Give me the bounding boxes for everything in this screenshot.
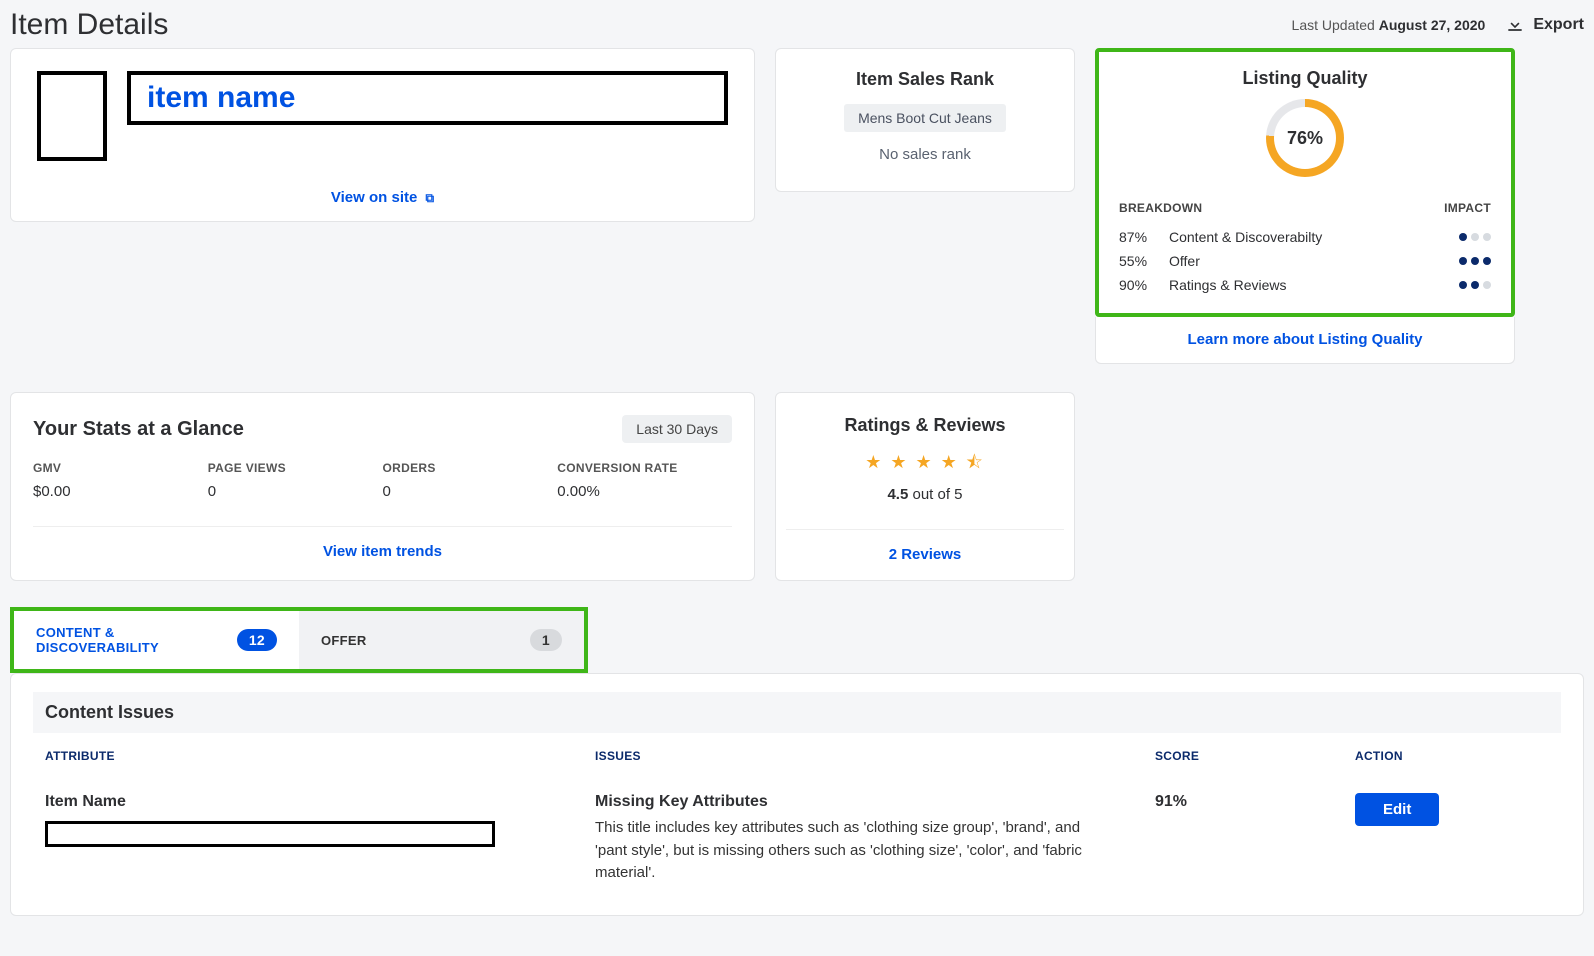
- ratings-card: Ratings & Reviews ★ ★ ★ ★ ⯪ 4.5 out of 5…: [775, 392, 1075, 581]
- impact-dots: [1459, 233, 1491, 241]
- item-thumbnail: [37, 71, 107, 161]
- view-on-site-link[interactable]: View on site ⧉: [331, 189, 434, 206]
- impact-label: IMPACT: [1444, 201, 1491, 215]
- content-issues-panel: Content Issues ATTRIBUTE ISSUES SCORE AC…: [10, 673, 1584, 916]
- stat-orders: ORDERS 0: [383, 461, 558, 500]
- issue-score: 91%: [1155, 793, 1355, 811]
- learn-more-quality-link[interactable]: Learn more about Listing Quality: [1187, 331, 1422, 348]
- sales-rank-card: Item Sales Rank Mens Boot Cut Jeans No s…: [775, 48, 1075, 192]
- stat-label: PAGE VIEWS: [208, 461, 383, 475]
- stat-value: 0.00%: [557, 483, 732, 500]
- breakdown-pct: 55%: [1119, 253, 1169, 269]
- tab-badge: 1: [530, 629, 562, 651]
- stat-value: $0.00: [33, 483, 208, 500]
- view-on-site-label: View on site: [331, 189, 417, 206]
- export-label: Export: [1533, 16, 1584, 34]
- tab-offer[interactable]: OFFER 1: [299, 611, 584, 669]
- tab-label: OFFER: [321, 633, 367, 648]
- reviews-link[interactable]: 2 Reviews: [889, 546, 962, 563]
- export-button[interactable]: Export: [1505, 15, 1584, 35]
- col-score: SCORE: [1155, 749, 1355, 763]
- listing-quality-column: Listing Quality 76% BREAKDOWN IMPACT 87%…: [1095, 48, 1515, 364]
- issue-attribute-value-box: [45, 821, 495, 847]
- sales-rank-value: No sales rank: [786, 146, 1064, 163]
- impact-dots: [1459, 257, 1491, 265]
- star-icons: ★ ★ ★ ★ ⯪: [786, 450, 1064, 480]
- last-updated-label: Last Updated: [1292, 17, 1375, 33]
- breakdown-label-text: Offer: [1169, 253, 1459, 269]
- breakdown-row: 87% Content & Discoverabilty: [1119, 225, 1491, 249]
- col-attribute: ATTRIBUTE: [45, 749, 595, 763]
- breakdown-row: 90% Ratings & Reviews: [1119, 273, 1491, 297]
- stat-value: 0: [383, 483, 558, 500]
- listing-quality-card: Listing Quality 76% BREAKDOWN IMPACT 87%…: [1095, 48, 1515, 317]
- item-name-box: item name: [127, 71, 728, 125]
- last-updated-date: August 27, 2020: [1379, 17, 1486, 33]
- external-link-icon: ⧉: [426, 191, 435, 205]
- ratings-title: Ratings & Reviews: [786, 415, 1064, 436]
- breakdown-pct: 90%: [1119, 277, 1169, 293]
- breakdown-label-text: Content & Discoverabilty: [1169, 229, 1459, 245]
- stat-value: 0: [208, 483, 383, 500]
- rating-text: 4.5 out of 5: [786, 486, 1064, 503]
- last-updated: Last Updated August 27, 2020: [1292, 17, 1486, 33]
- download-icon: [1505, 15, 1525, 35]
- issue-title: Missing Key Attributes: [595, 793, 1155, 811]
- breakdown-label-text: Ratings & Reviews: [1169, 277, 1459, 293]
- stat-label: GMV: [33, 461, 208, 475]
- col-issues: ISSUES: [595, 749, 1155, 763]
- stat-pageviews: PAGE VIEWS 0: [208, 461, 383, 500]
- tabs: CONTENT & DISCOVERABILITY 12 OFFER 1: [10, 607, 588, 673]
- tab-content-discoverability[interactable]: CONTENT & DISCOVERABILITY 12: [14, 611, 299, 669]
- item-summary-card: item name View on site ⧉: [10, 48, 755, 222]
- stat-gmv: GMV $0.00: [33, 461, 208, 500]
- issue-description: This title includes key attributes such …: [595, 817, 1105, 885]
- item-name: item name: [147, 81, 295, 115]
- page-title: Item Details: [10, 8, 168, 42]
- stat-conversion: CONVERSION RATE 0.00%: [557, 461, 732, 500]
- stats-period: Last 30 Days: [622, 415, 732, 443]
- stat-label: ORDERS: [383, 461, 558, 475]
- issues-table-header: ATTRIBUTE ISSUES SCORE ACTION: [11, 749, 1583, 763]
- tab-label: CONTENT & DISCOVERABILITY: [36, 625, 237, 655]
- issue-row: Item Name Missing Key Attributes This ti…: [11, 793, 1583, 885]
- stats-title: Your Stats at a Glance: [33, 418, 244, 441]
- issue-attribute-name: Item Name: [45, 793, 595, 811]
- breakdown-row: 55% Offer: [1119, 249, 1491, 273]
- edit-button[interactable]: Edit: [1355, 793, 1439, 826]
- tab-badge: 12: [237, 629, 277, 651]
- view-item-trends-link[interactable]: View item trends: [323, 543, 442, 560]
- stats-card: Your Stats at a Glance Last 30 Days GMV …: [10, 392, 755, 581]
- quality-gauge: 76%: [1266, 99, 1344, 177]
- content-issues-title: Content Issues: [33, 692, 1561, 733]
- col-action: ACTION: [1355, 749, 1515, 763]
- impact-dots: [1459, 281, 1491, 289]
- listing-quality-title: Listing Quality: [1119, 68, 1491, 89]
- breakdown-label: BREAKDOWN: [1119, 201, 1202, 215]
- issue-detail-cell: Missing Key Attributes This title includ…: [595, 793, 1155, 885]
- sales-rank-title: Item Sales Rank: [786, 69, 1064, 90]
- breakdown-pct: 87%: [1119, 229, 1169, 245]
- quality-percent: 76%: [1287, 128, 1323, 149]
- rating-outof: out of 5: [908, 486, 962, 503]
- issue-action-cell: Edit: [1355, 793, 1515, 826]
- rating-score: 4.5: [887, 486, 908, 503]
- issue-attribute-cell: Item Name: [45, 793, 595, 847]
- sales-rank-category: Mens Boot Cut Jeans: [844, 104, 1006, 132]
- stat-label: CONVERSION RATE: [557, 461, 732, 475]
